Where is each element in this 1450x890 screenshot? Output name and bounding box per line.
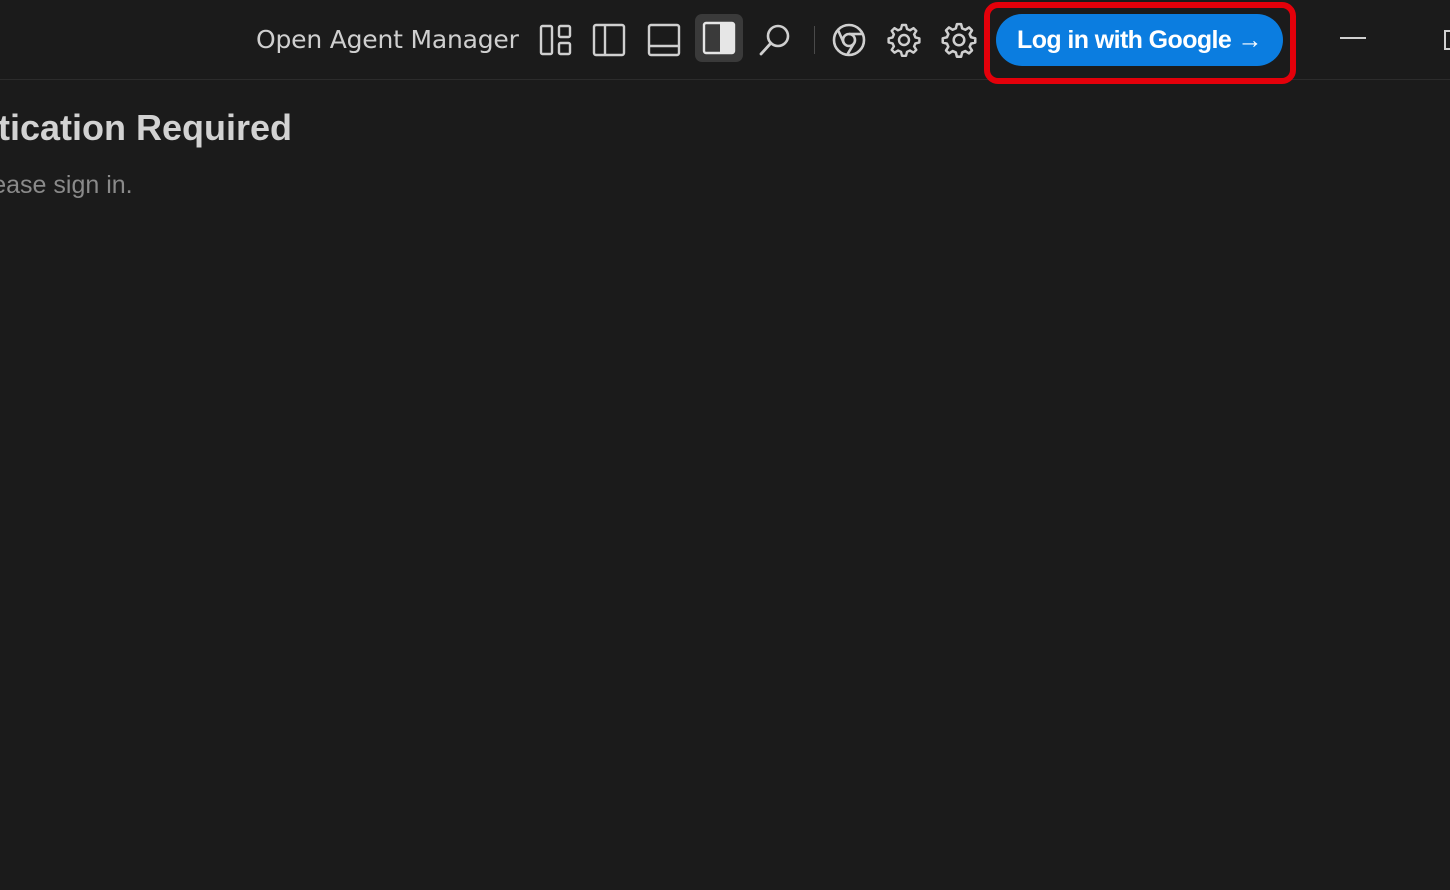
search-icon[interactable]	[755, 18, 795, 62]
toggle-primary-sidebar-icon[interactable]	[589, 18, 629, 62]
layout-customize-icon[interactable]	[536, 18, 576, 62]
chrome-browser-icon[interactable]	[829, 18, 869, 62]
toolbar-divider	[814, 26, 815, 54]
toggle-panel-icon[interactable]	[644, 18, 684, 62]
maximize-window-icon[interactable]	[1444, 30, 1450, 50]
page-heading: Authentication Required	[0, 107, 293, 148]
open-agent-manager-link[interactable]: Open Agent Manager	[256, 24, 519, 56]
title-bar: Open Agent Manager Log in with Google →	[0, 0, 1450, 84]
minimize-window-icon[interactable]	[1340, 37, 1366, 39]
highlight-annotation-box	[984, 2, 1296, 84]
settings-cog-icon[interactable]	[939, 18, 979, 62]
toggle-secondary-sidebar-icon[interactable]	[695, 14, 743, 62]
page-subtext: Please sign in.	[0, 171, 133, 199]
settings-gear-icon[interactable]	[884, 18, 924, 62]
app-window: Open Agent Manager Log in with Google → …	[0, 0, 1450, 890]
